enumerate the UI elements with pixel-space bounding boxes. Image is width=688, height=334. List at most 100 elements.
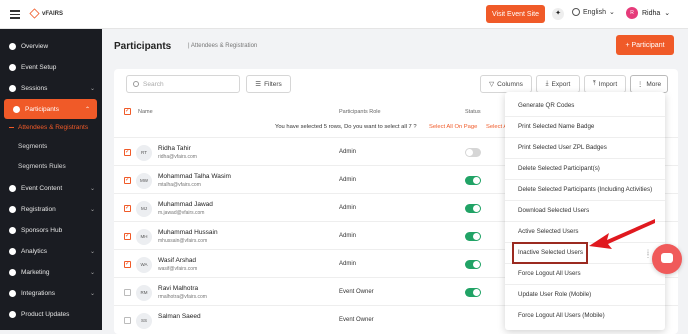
menu-item-force-logout[interactable]: Force Logout All Users (518, 270, 581, 277)
sidebar-subitem-segments[interactable]: Segments (18, 143, 47, 150)
hamburger-menu-icon[interactable] (10, 10, 20, 19)
status-toggle[interactable] (465, 204, 481, 213)
participant-name: Ravi Malhotra (158, 285, 199, 292)
sessions-icon (9, 84, 16, 92)
row-checkbox[interactable] (124, 148, 131, 156)
participant-email: wasif@vfairs.com (158, 266, 198, 272)
sidebar: Overview Event Setup Sessions ⌄ Participa… (0, 29, 102, 330)
user-menu[interactable]: R Ridha ⌄ (626, 7, 670, 19)
sidebar-item-integrations[interactable]: Integrations ⌄ (0, 283, 102, 303)
participant-role: Admin (339, 149, 357, 155)
logo-text: vFAIRS (42, 10, 64, 17)
analytics-icon (9, 247, 16, 255)
menu-item-force-logout-mobile[interactable]: Force Logout All Users (Mobile) (518, 312, 605, 319)
sidebar-subitem-attendees[interactable]: Attendees & Registrants (8, 124, 88, 131)
menu-divider (505, 305, 665, 306)
sidebar-item-product-updates[interactable]: Product Updates (0, 304, 102, 324)
columns-button[interactable]: ▽ Columns (480, 75, 532, 93)
menu-item-delete-participants[interactable]: Delete Selected Participant(s) (518, 165, 600, 172)
columns-label: Columns (497, 80, 523, 88)
lightbulb-icon[interactable]: ✦ (552, 8, 564, 20)
more-dropdown-menu: Generate QR Codes Print Selected Name Ba… (505, 92, 665, 330)
sidebar-item-label: Integrations (21, 289, 55, 297)
row-checkbox[interactable] (124, 176, 131, 184)
language-selector[interactable]: English ⌄ (572, 8, 615, 16)
participants-icon (13, 105, 20, 113)
participant-role: Admin (339, 261, 357, 267)
chat-widget-icon[interactable] (652, 244, 682, 274)
sidebar-item-label: Product Updates (21, 310, 70, 318)
selection-note: You have selected 5 rows, Do you want to… (275, 124, 417, 130)
status-toggle[interactable] (465, 232, 481, 241)
row-checkbox[interactable] (124, 317, 131, 324)
gear-icon (9, 63, 16, 71)
row-checkbox[interactable] (124, 289, 131, 296)
select-all-on-page-link[interactable]: Select All On Page (429, 124, 477, 130)
drag-handle-icon[interactable]: ⋮ ⋮ (645, 250, 651, 259)
menu-divider (505, 284, 665, 285)
avatar: R (626, 7, 638, 19)
sponsors-icon (9, 226, 16, 234)
participant-email: ridha@vfairs.com (158, 154, 197, 160)
filters-button[interactable]: ☰ Filters (246, 75, 291, 93)
row-checkbox[interactable] (124, 260, 131, 268)
column-header-role[interactable]: Participants Role (339, 109, 381, 115)
status-toggle[interactable] (465, 176, 481, 185)
globe-icon (572, 8, 580, 16)
export-button[interactable]: ⤓ Export (536, 75, 580, 93)
user-name: Ridha (642, 9, 661, 17)
sidebar-item-event-content[interactable]: Event Content ⌄ (0, 178, 102, 198)
participant-role: Admin (339, 205, 357, 211)
sidebar-item-sponsors-hub[interactable]: Sponsors Hub (0, 220, 102, 240)
avatar: RT (136, 145, 152, 161)
sidebar-item-registration[interactable]: Registration ⌄ (0, 199, 102, 219)
sidebar-item-overview[interactable]: Overview (0, 36, 102, 56)
menu-divider (505, 179, 665, 180)
column-header-status[interactable]: Status (465, 109, 481, 115)
participant-email: mtalha@vfairs.com (158, 182, 201, 188)
filter-icon: ☰ (255, 81, 262, 88)
menu-item-print-name-badge[interactable]: Print Selected Name Badge (518, 123, 594, 130)
menu-item-update-role-mobile[interactable]: Update User Role (Mobile) (518, 291, 591, 298)
sidebar-item-label: Sessions (21, 84, 48, 92)
sidebar-item-event-setup[interactable]: Event Setup (0, 57, 102, 77)
more-button[interactable]: ⋮ More (630, 75, 668, 93)
row-checkbox[interactable] (124, 232, 131, 240)
menu-item-download-users[interactable]: Download Selected Users (518, 207, 589, 214)
menu-divider (505, 200, 665, 201)
select-all-checkbox[interactable] (124, 107, 131, 115)
logo[interactable]: vFAIRS (29, 8, 64, 19)
add-participant-button[interactable]: + Participant (616, 35, 674, 55)
column-header-name[interactable]: Name (138, 109, 153, 115)
row-checkbox[interactable] (124, 204, 131, 212)
visit-event-site-button[interactable]: Visit Event Site (486, 5, 545, 23)
content-icon (9, 184, 16, 192)
sidebar-item-marketing[interactable]: Marketing ⌄ (0, 262, 102, 282)
sidebar-item-sessions[interactable]: Sessions ⌄ (0, 78, 102, 98)
sidebar-item-analytics[interactable]: Analytics ⌄ (0, 241, 102, 261)
chevron-down-icon: ⌄ (89, 85, 95, 92)
avatar: MJ (136, 201, 152, 217)
menu-item-delete-participants-activities[interactable]: Delete Selected Participants (Including … (518, 186, 652, 193)
sidebar-item-participants[interactable]: Participants ⌃ (4, 99, 97, 119)
export-label: Export (551, 80, 571, 88)
participant-role: Admin (339, 177, 357, 183)
status-toggle[interactable] (465, 288, 481, 297)
sidebar-item-label: Marketing (21, 268, 50, 276)
sidebar-item-label: Analytics (21, 247, 48, 255)
sidebar-item-label: Event Content (21, 184, 63, 192)
status-toggle[interactable] (465, 148, 481, 157)
participant-name: Salman Saeed (158, 313, 201, 320)
menu-item-print-zpl-badges[interactable]: Print Selected User ZPL Badges (518, 144, 607, 151)
menu-item-active-users[interactable]: Active Selected Users (518, 228, 579, 235)
menu-item-generate-qr-codes[interactable]: Generate QR Codes (518, 102, 574, 109)
avatar: MH (136, 229, 152, 245)
status-toggle[interactable] (465, 260, 481, 269)
columns-icon: ▽ (489, 81, 495, 88)
sidebar-subitem-segments-rules[interactable]: Segments Rules (18, 163, 66, 170)
search-input[interactable]: Search (126, 75, 240, 93)
import-button[interactable]: ⤒ Import (584, 75, 626, 93)
chevron-up-icon: ⌃ (84, 106, 90, 113)
participant-email: rmalhotra@vfairs.com (158, 294, 207, 300)
menu-divider (505, 116, 665, 117)
